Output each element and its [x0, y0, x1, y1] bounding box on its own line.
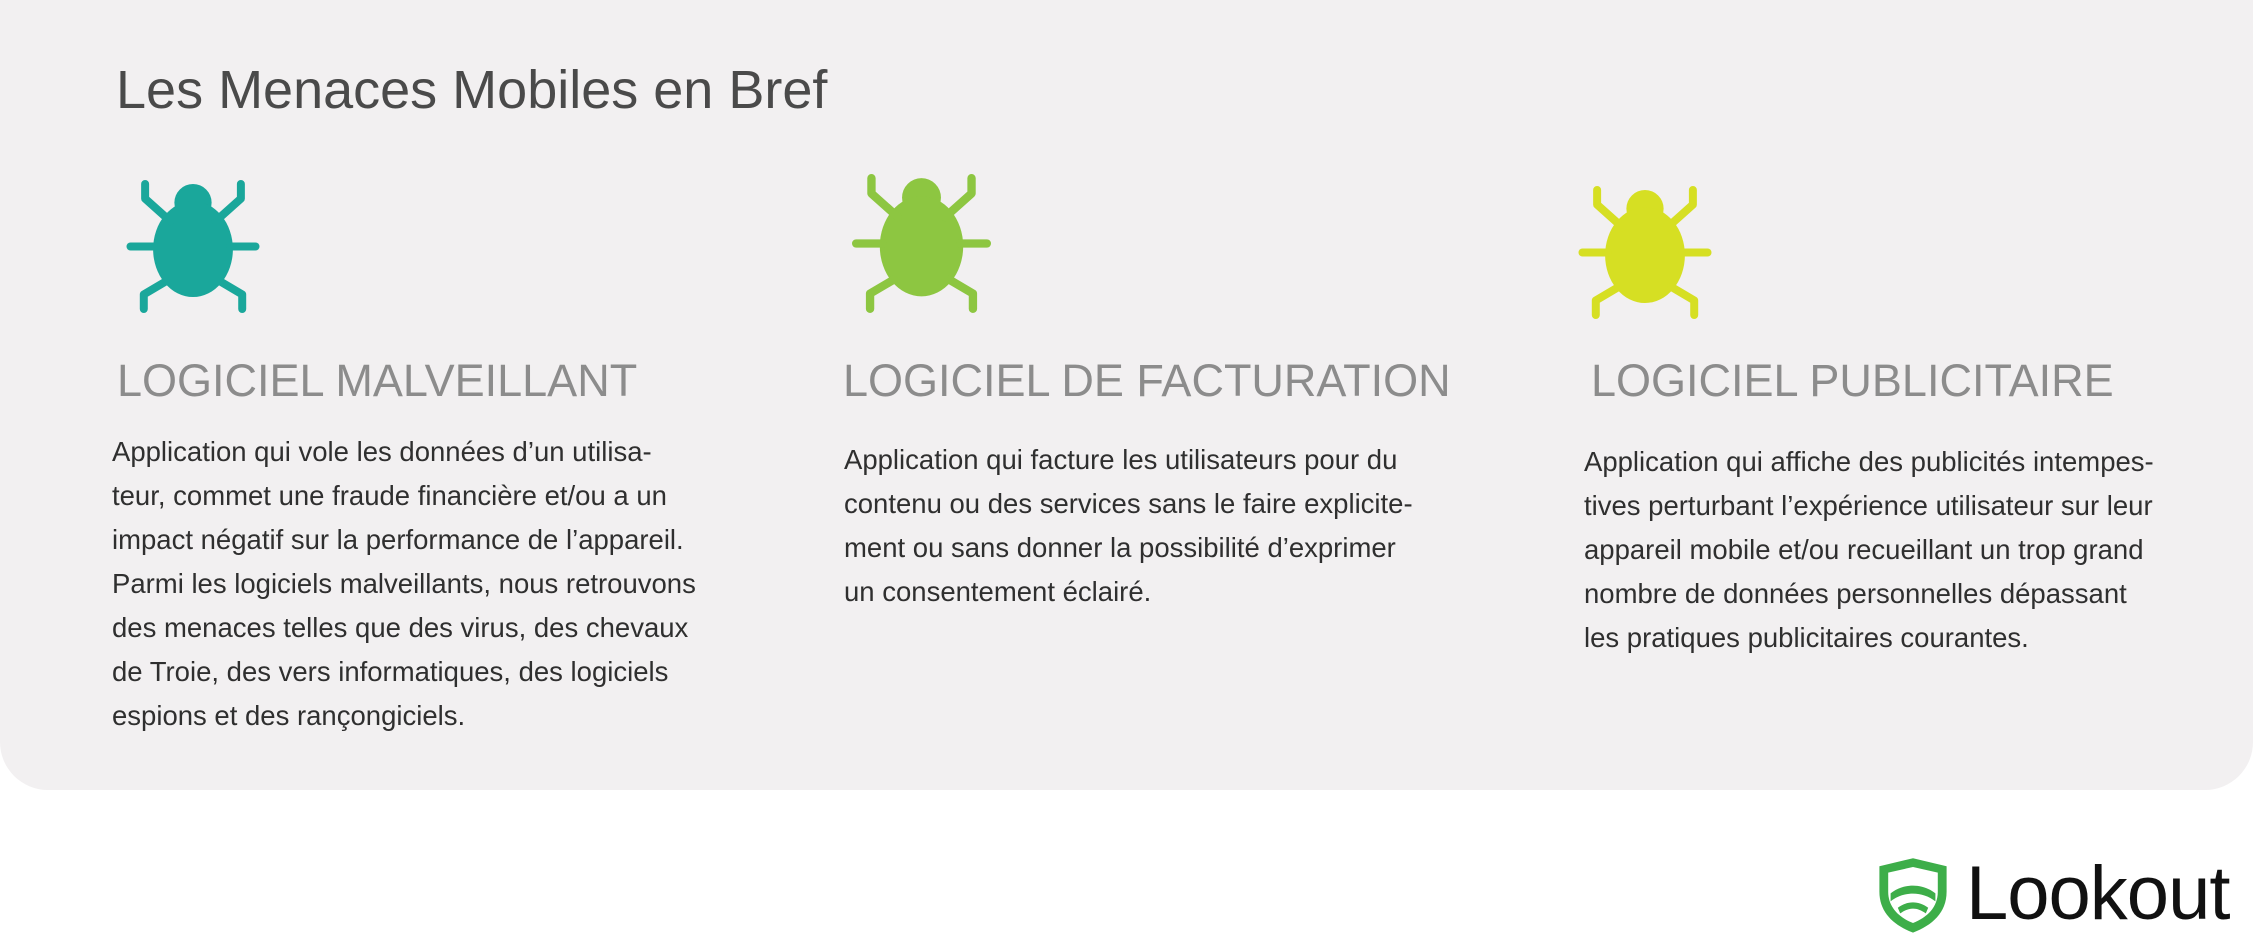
bug-icon — [118, 180, 268, 313]
description-line: espions et des rançongiciels. — [112, 700, 466, 731]
threats-panel: Les Menaces Mobiles en Bref LOGICIEL MAL… — [0, 0, 2253, 790]
page: Les Menaces Mobiles en Bref LOGICIEL MAL… — [0, 0, 2267, 946]
bug-icon — [843, 174, 1000, 313]
description-line: nombre de données personnelles dépassant — [1584, 578, 2127, 609]
adware-heading: LOGICIEL PUBLICITAIRE — [1591, 355, 2114, 406]
description-line: Parmi les logiciels malveillants, nous r… — [112, 568, 696, 599]
description-line: tives perturbant l’expérience utilisateu… — [1584, 490, 2153, 521]
page-title: Les Menaces Mobiles en Bref — [116, 60, 828, 120]
billing-heading: LOGICIEL DE FACTURATION — [843, 355, 1451, 406]
adware-description: Application qui affiche des publicités i… — [1584, 440, 2154, 660]
description-line: des menaces telles que des virus, des ch… — [112, 612, 689, 643]
description-line: contenu ou des services sans le faire ex… — [844, 488, 1413, 519]
description-line: un consentement éclairé. — [844, 576, 1152, 607]
malware-description: Application qui vole les données d’un ut… — [112, 430, 696, 738]
bug-icon — [1572, 186, 1718, 319]
logo-wordmark: Lookout — [1966, 851, 2230, 936]
description-line: Application qui vole les données d’un ut… — [112, 436, 652, 467]
description-line: teur, commet une fraude financière et/ou… — [112, 480, 667, 511]
billing-description: Application qui facture les utilisateurs… — [844, 438, 1413, 614]
malware-heading: LOGICIEL MALVEILLANT — [117, 355, 638, 406]
shield-icon — [1872, 855, 1954, 935]
description-line: Application qui affiche des publicités i… — [1584, 446, 2154, 477]
description-line: les pratiques publicitaires courantes. — [1584, 622, 2029, 653]
description-line: Application qui facture les utilisateurs… — [844, 444, 1398, 475]
description-line: de Troie, des vers informatiques, des lo… — [112, 656, 669, 687]
description-line: ment ou sans donner la possibilité d’exp… — [844, 532, 1396, 563]
description-line: appareil mobile et/ou recueillant un tro… — [1584, 534, 2144, 565]
description-line: impact négatif sur la performance de l’a… — [112, 524, 684, 555]
